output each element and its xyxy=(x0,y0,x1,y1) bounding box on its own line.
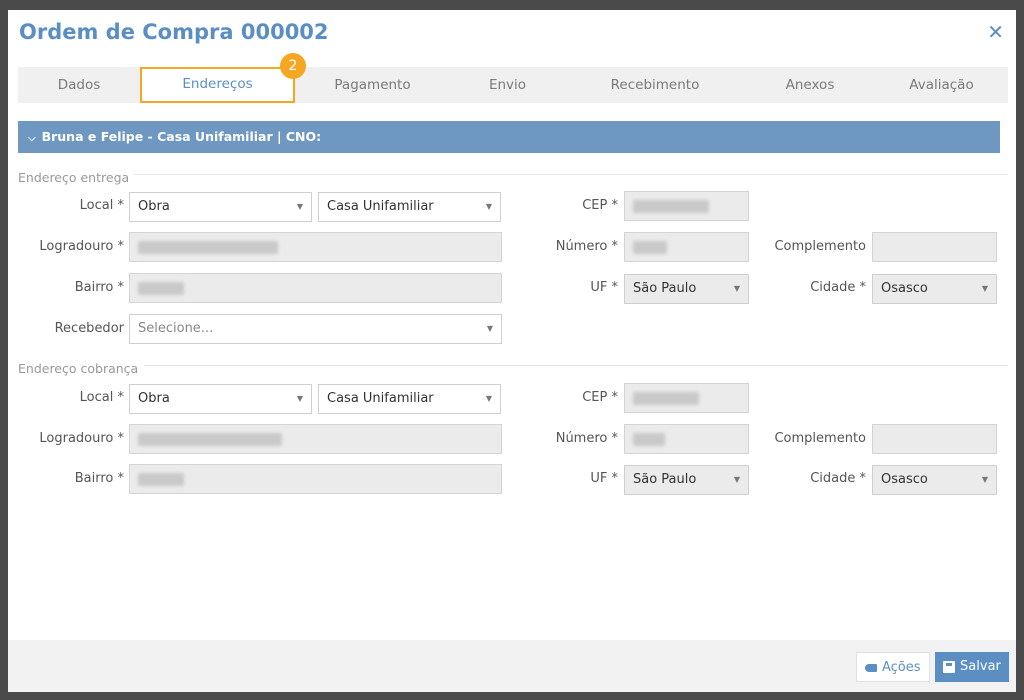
tab-anexos[interactable]: Anexos xyxy=(745,67,875,103)
purchase-order-modal: Ordem de Compra 000002 ✕ Dados Endereços… xyxy=(8,10,1016,692)
chevron-down-icon: ▼ xyxy=(296,202,303,211)
tab-enderecos[interactable]: Endereços xyxy=(140,67,295,103)
complemento-label: Complemento xyxy=(774,431,866,446)
step-badge: 2 xyxy=(280,53,306,79)
chevron-down-icon: ▼ xyxy=(733,475,740,484)
billing-logradouro-field[interactable] xyxy=(129,424,502,454)
billing-bairro-field[interactable] xyxy=(129,464,502,494)
recebedor-label: Recebedor xyxy=(54,321,124,336)
cidade-select[interactable]: Osasco ▼ xyxy=(872,274,997,304)
chevron-down-icon: ▼ xyxy=(296,394,303,403)
billing-cidade-select[interactable]: Osasco ▼ xyxy=(872,465,997,495)
save-icon xyxy=(943,660,955,673)
local-label: Local * xyxy=(79,390,124,405)
complemento-label: Complemento xyxy=(774,239,866,254)
cidade-label: Cidade * xyxy=(810,280,866,295)
tab-pagamento[interactable]: Pagamento xyxy=(295,67,450,103)
tab-recebimento[interactable]: Recebimento xyxy=(565,67,745,103)
chevron-down-icon: ▼ xyxy=(981,284,988,293)
bairro-field[interactable] xyxy=(129,273,502,303)
billing-numero-field[interactable] xyxy=(624,424,749,454)
acoes-button[interactable]: Ações xyxy=(856,652,930,682)
tab-avaliacao[interactable]: Avaliação xyxy=(875,67,1008,103)
chevron-down-icon: ▼ xyxy=(733,284,740,293)
numero-field[interactable] xyxy=(624,232,749,262)
logradouro-label: Logradouro * xyxy=(39,239,124,254)
divider xyxy=(134,174,1008,175)
cep-field[interactable] xyxy=(624,191,749,221)
modal-title: Ordem de Compra 000002 xyxy=(19,20,329,44)
uf-label: UF * xyxy=(590,471,618,486)
numero-label: Número * xyxy=(555,431,618,446)
chevron-down-icon: ⌵ xyxy=(28,133,36,144)
logradouro-label: Logradouro * xyxy=(39,431,124,446)
cidade-label: Cidade * xyxy=(810,471,866,486)
numero-label: Número * xyxy=(555,239,618,254)
tab-dados[interactable]: Dados xyxy=(18,67,140,103)
tab-envio[interactable]: Envio xyxy=(450,67,565,103)
uf-select[interactable]: São Paulo ▼ xyxy=(624,274,749,304)
tab-bar: Dados Endereços Pagamento Envio Recebime… xyxy=(18,67,1008,103)
obra-section-header[interactable]: ⌵ Bruna e Felipe - Casa Unifamiliar | CNO… xyxy=(18,121,1000,153)
chevron-down-icon: ▼ xyxy=(486,324,493,333)
save-button[interactable]: Salvar xyxy=(935,652,1009,682)
cep-label: CEP * xyxy=(582,390,618,405)
billing-uf-select[interactable]: São Paulo ▼ xyxy=(624,465,749,495)
section-title: Bruna e Felipe - Casa Unifamiliar | CNO: xyxy=(41,129,322,144)
billing-local-sub-select[interactable]: Casa Unifamiliar ▼ xyxy=(318,384,501,414)
chevron-down-icon: ▼ xyxy=(485,394,492,403)
complemento-field[interactable] xyxy=(872,232,997,262)
logradouro-field[interactable] xyxy=(129,232,502,262)
uf-label: UF * xyxy=(590,280,618,295)
billing-group-label: Endereço cobrança xyxy=(18,361,139,376)
delivery-group-label: Endereço entrega xyxy=(18,170,130,185)
chevron-down-icon: ▼ xyxy=(981,475,988,484)
divider xyxy=(144,365,1008,366)
billing-local-select[interactable]: Obra ▼ xyxy=(129,384,312,414)
bairro-label: Bairro * xyxy=(74,471,124,486)
billing-cep-field[interactable] xyxy=(624,383,749,413)
modal-footer: Ações Salvar xyxy=(8,640,1016,692)
local-label: Local * xyxy=(79,198,124,213)
close-icon[interactable]: ✕ xyxy=(987,20,1004,44)
local-sub-select[interactable]: Casa Unifamiliar ▼ xyxy=(318,192,501,222)
local-select[interactable]: Obra ▼ xyxy=(129,192,312,222)
chevron-down-icon: ▼ xyxy=(485,202,492,211)
bairro-label: Bairro * xyxy=(74,280,124,295)
recebedor-select[interactable]: Selecione... ▼ xyxy=(129,314,502,344)
tag-icon xyxy=(865,663,877,672)
cep-label: CEP * xyxy=(582,198,618,213)
billing-complemento-field[interactable] xyxy=(872,424,997,454)
